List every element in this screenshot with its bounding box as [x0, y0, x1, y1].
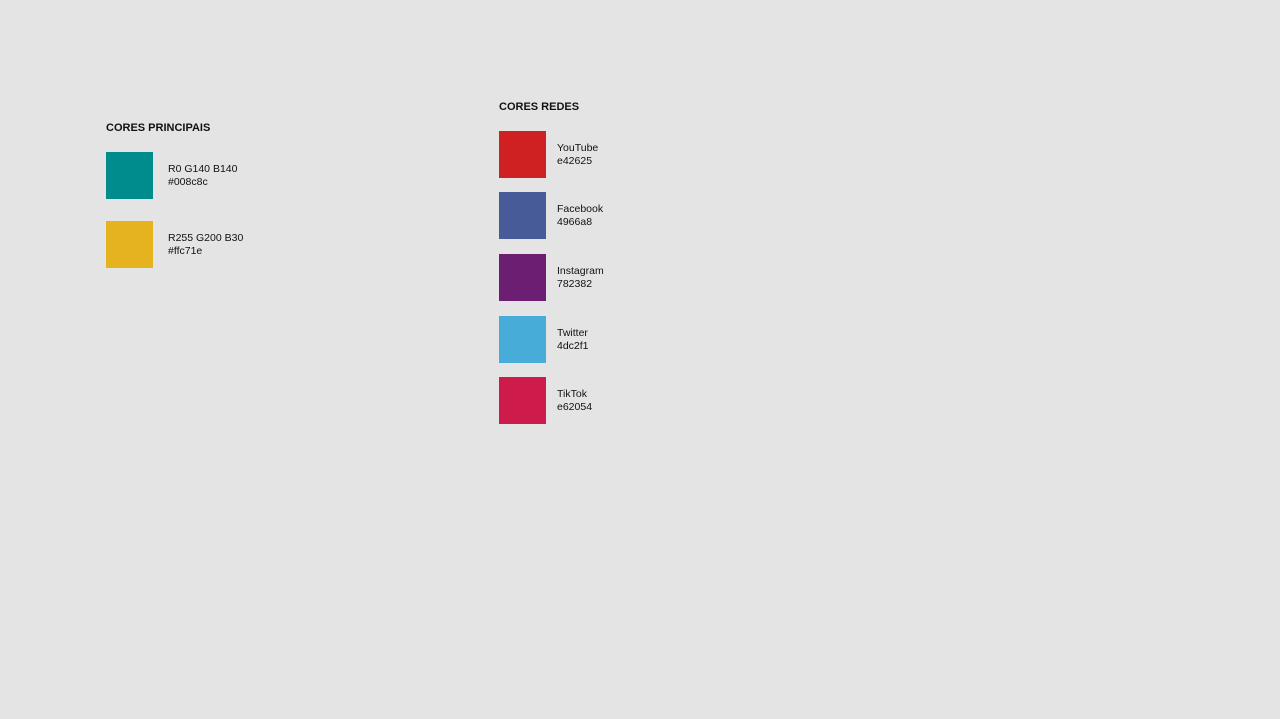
- color-hex-value: e62054: [557, 400, 593, 413]
- color-rgb-value: R255 G200 B30: [168, 231, 244, 244]
- color-swatch-teal: R0 G140 B140 #008c8c: [106, 152, 237, 199]
- color-swatch-info: TikTok e62054: [557, 388, 592, 414]
- color-swatch-info: YouTube e42625: [557, 142, 598, 168]
- network-name: YouTube: [557, 141, 599, 154]
- color-hex-value: e42625: [557, 154, 593, 167]
- color-hex-value: 4966a8: [557, 215, 593, 228]
- color-hex-value: 782382: [557, 277, 593, 290]
- color-hex-value: #008c8c: [168, 175, 208, 188]
- network-name: Twitter: [557, 326, 588, 339]
- color-swatch-instagram: Instagram 782382: [499, 254, 604, 301]
- network-name: Instagram: [557, 264, 604, 277]
- color-swatch-yellow: R255 G200 B30 #ffc71e: [106, 221, 243, 268]
- color-swatch-info: R0 G140 B140 #008c8c: [168, 163, 237, 189]
- social-colors-title: CORES REDES: [499, 101, 580, 113]
- color-swatch-box: [499, 131, 546, 178]
- main-colors-title: CORES PRINCIPAIS: [106, 122, 211, 134]
- color-swatch-box: [499, 254, 546, 301]
- social-colors-section: CORES REDES YouTube e42625 Facebook 4966…: [499, 101, 604, 424]
- color-swatch-box: [106, 152, 153, 199]
- color-hex-value: #ffc71e: [168, 244, 203, 257]
- color-swatch-twitter: Twitter 4dc2f1: [499, 316, 589, 363]
- color-hex-value: 4dc2f1: [557, 339, 589, 352]
- color-rgb-value: R0 G140 B140: [168, 162, 238, 175]
- color-swatch-info: Facebook 4966a8: [557, 203, 603, 229]
- color-swatch-info: Twitter 4dc2f1: [557, 327, 589, 353]
- color-swatch-tiktok: TikTok e62054: [499, 377, 592, 424]
- color-swatch-info: Instagram 782382: [557, 265, 604, 291]
- color-swatch-box: [499, 192, 546, 239]
- color-swatch-box: [499, 316, 546, 363]
- network-name: Facebook: [557, 202, 604, 215]
- color-swatch-box: [499, 377, 546, 424]
- color-swatch-box: [106, 221, 153, 268]
- color-swatch-youtube: YouTube e42625: [499, 131, 598, 178]
- color-swatch-info: R255 G200 B30 #ffc71e: [168, 232, 243, 258]
- network-name: TikTok: [557, 387, 587, 400]
- color-swatch-facebook: Facebook 4966a8: [499, 192, 603, 239]
- main-colors-section: CORES PRINCIPAIS R0 G140 B140 #008c8c R2…: [106, 122, 243, 268]
